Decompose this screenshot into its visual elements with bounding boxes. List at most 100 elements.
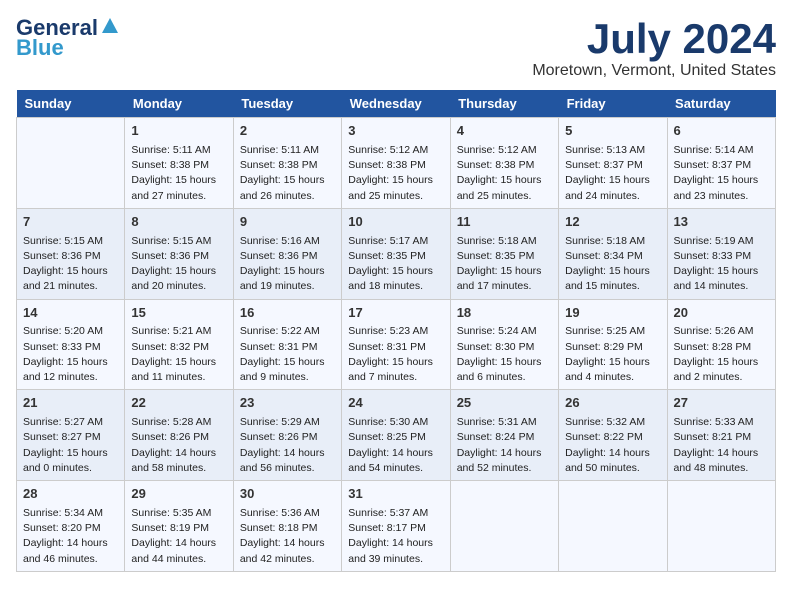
day-number: 20	[674, 304, 769, 323]
day-number: 27	[674, 394, 769, 413]
calendar-cell: 27 Sunrise: 5:33 AM Sunset: 8:21 PM Dayli…	[667, 390, 775, 481]
day-number: 14	[23, 304, 118, 323]
header: General Blue July 2024 Moretown, Vermont…	[16, 16, 776, 80]
calendar-cell: 26 Sunrise: 5:32 AM Sunset: 8:22 PM Dayli…	[559, 390, 667, 481]
cell-content: Sunrise: 5:24 AM Sunset: 8:30 PM Dayligh…	[457, 324, 552, 385]
cell-content: Sunrise: 5:33 AM Sunset: 8:21 PM Dayligh…	[674, 415, 769, 476]
calendar-cell: 31 Sunrise: 5:37 AM Sunset: 8:17 PM Dayli…	[342, 481, 450, 572]
day-number: 22	[131, 394, 226, 413]
day-number: 31	[348, 485, 443, 504]
day-number: 24	[348, 394, 443, 413]
cell-content: Sunrise: 5:18 AM Sunset: 8:34 PM Dayligh…	[565, 234, 660, 295]
logo-triangle-icon	[101, 17, 119, 35]
day-number: 12	[565, 213, 660, 232]
day-number: 2	[240, 122, 335, 141]
cell-content: Sunrise: 5:12 AM Sunset: 8:38 PM Dayligh…	[457, 143, 552, 204]
day-header-thursday: Thursday	[450, 90, 558, 118]
cell-content: Sunrise: 5:11 AM Sunset: 8:38 PM Dayligh…	[240, 143, 335, 204]
cell-content: Sunrise: 5:32 AM Sunset: 8:22 PM Dayligh…	[565, 415, 660, 476]
day-number: 5	[565, 122, 660, 141]
cell-content: Sunrise: 5:35 AM Sunset: 8:19 PM Dayligh…	[131, 506, 226, 567]
cell-content: Sunrise: 5:17 AM Sunset: 8:35 PM Dayligh…	[348, 234, 443, 295]
day-number: 13	[674, 213, 769, 232]
day-number: 17	[348, 304, 443, 323]
day-number: 8	[131, 213, 226, 232]
calendar-cell: 17Sunrise: 5:23 AM Sunset: 8:31 PM Dayli…	[342, 299, 450, 390]
calendar-cell: 29 Sunrise: 5:35 AM Sunset: 8:19 PM Dayli…	[125, 481, 233, 572]
title-area: July 2024 Moretown, Vermont, United Stat…	[532, 16, 776, 80]
calendar-cell: 21 Sunrise: 5:27 AM Sunset: 8:27 PM Dayli…	[17, 390, 125, 481]
calendar-subtitle: Moretown, Vermont, United States	[532, 62, 776, 80]
cell-content: Sunrise: 5:30 AM Sunset: 8:25 PM Dayligh…	[348, 415, 443, 476]
calendar-cell: 19Sunrise: 5:25 AM Sunset: 8:29 PM Dayli…	[559, 299, 667, 390]
day-number: 11	[457, 213, 552, 232]
day-number: 26	[565, 394, 660, 413]
day-number: 10	[348, 213, 443, 232]
calendar-body: 1 Sunrise: 5:11 AM Sunset: 8:38 PM Daylig…	[17, 118, 776, 572]
calendar-week-row: 7 Sunrise: 5:15 AM Sunset: 8:36 PM Daylig…	[17, 208, 776, 299]
day-number: 7	[23, 213, 118, 232]
calendar-cell: 11 Sunrise: 5:18 AM Sunset: 8:35 PM Dayli…	[450, 208, 558, 299]
cell-content: Sunrise: 5:27 AM Sunset: 8:27 PM Dayligh…	[23, 415, 118, 476]
calendar-cell: 16Sunrise: 5:22 AM Sunset: 8:31 PM Dayli…	[233, 299, 341, 390]
cell-content: Sunrise: 5:18 AM Sunset: 8:35 PM Dayligh…	[457, 234, 552, 295]
cell-content: Sunrise: 5:20 AM Sunset: 8:33 PM Dayligh…	[23, 324, 118, 385]
day-header-monday: Monday	[125, 90, 233, 118]
calendar-header-row: SundayMondayTuesdayWednesdayThursdayFrid…	[17, 90, 776, 118]
calendar-cell: 3 Sunrise: 5:12 AM Sunset: 8:38 PM Daylig…	[342, 118, 450, 209]
calendar-cell: 15Sunrise: 5:21 AM Sunset: 8:32 PM Dayli…	[125, 299, 233, 390]
calendar-cell	[450, 481, 558, 572]
calendar-cell: 10 Sunrise: 5:17 AM Sunset: 8:35 PM Dayli…	[342, 208, 450, 299]
cell-content: Sunrise: 5:19 AM Sunset: 8:33 PM Dayligh…	[674, 234, 769, 295]
cell-content: Sunrise: 5:37 AM Sunset: 8:17 PM Dayligh…	[348, 506, 443, 567]
cell-content: Sunrise: 5:26 AM Sunset: 8:28 PM Dayligh…	[674, 324, 769, 385]
cell-content: Sunrise: 5:12 AM Sunset: 8:38 PM Dayligh…	[348, 143, 443, 204]
calendar-cell: 12 Sunrise: 5:18 AM Sunset: 8:34 PM Dayli…	[559, 208, 667, 299]
calendar-cell: 14Sunrise: 5:20 AM Sunset: 8:33 PM Dayli…	[17, 299, 125, 390]
day-number: 21	[23, 394, 118, 413]
calendar-week-row: 28 Sunrise: 5:34 AM Sunset: 8:20 PM Dayli…	[17, 481, 776, 572]
day-number: 3	[348, 122, 443, 141]
calendar-week-row: 1 Sunrise: 5:11 AM Sunset: 8:38 PM Daylig…	[17, 118, 776, 209]
calendar-cell: 9 Sunrise: 5:16 AM Sunset: 8:36 PM Daylig…	[233, 208, 341, 299]
cell-content: Sunrise: 5:22 AM Sunset: 8:31 PM Dayligh…	[240, 324, 335, 385]
calendar-week-row: 14Sunrise: 5:20 AM Sunset: 8:33 PM Dayli…	[17, 299, 776, 390]
calendar-table: SundayMondayTuesdayWednesdayThursdayFrid…	[16, 90, 776, 572]
day-header-tuesday: Tuesday	[233, 90, 341, 118]
calendar-cell: 4 Sunrise: 5:12 AM Sunset: 8:38 PM Daylig…	[450, 118, 558, 209]
calendar-cell: 24 Sunrise: 5:30 AM Sunset: 8:25 PM Dayli…	[342, 390, 450, 481]
calendar-cell: 6Sunrise: 5:14 AM Sunset: 8:37 PM Daylig…	[667, 118, 775, 209]
day-number: 9	[240, 213, 335, 232]
day-header-wednesday: Wednesday	[342, 90, 450, 118]
day-number: 28	[23, 485, 118, 504]
calendar-cell: 18Sunrise: 5:24 AM Sunset: 8:30 PM Dayli…	[450, 299, 558, 390]
day-number: 25	[457, 394, 552, 413]
cell-content: Sunrise: 5:16 AM Sunset: 8:36 PM Dayligh…	[240, 234, 335, 295]
day-number: 29	[131, 485, 226, 504]
day-header-saturday: Saturday	[667, 90, 775, 118]
cell-content: Sunrise: 5:15 AM Sunset: 8:36 PM Dayligh…	[131, 234, 226, 295]
cell-content: Sunrise: 5:13 AM Sunset: 8:37 PM Dayligh…	[565, 143, 660, 204]
calendar-cell: 20Sunrise: 5:26 AM Sunset: 8:28 PM Dayli…	[667, 299, 775, 390]
cell-content: Sunrise: 5:15 AM Sunset: 8:36 PM Dayligh…	[23, 234, 118, 295]
cell-content: Sunrise: 5:34 AM Sunset: 8:20 PM Dayligh…	[23, 506, 118, 567]
cell-content: Sunrise: 5:28 AM Sunset: 8:26 PM Dayligh…	[131, 415, 226, 476]
calendar-cell: 8 Sunrise: 5:15 AM Sunset: 8:36 PM Daylig…	[125, 208, 233, 299]
logo: General Blue	[16, 16, 119, 60]
day-number: 18	[457, 304, 552, 323]
calendar-cell	[17, 118, 125, 209]
calendar-title: July 2024	[532, 16, 776, 62]
day-number: 15	[131, 304, 226, 323]
calendar-cell: 13 Sunrise: 5:19 AM Sunset: 8:33 PM Dayli…	[667, 208, 775, 299]
day-number: 1	[131, 122, 226, 141]
cell-content: Sunrise: 5:11 AM Sunset: 8:38 PM Dayligh…	[131, 143, 226, 204]
day-header-sunday: Sunday	[17, 90, 125, 118]
calendar-cell: 30Sunrise: 5:36 AM Sunset: 8:18 PM Dayli…	[233, 481, 341, 572]
cell-content: Sunrise: 5:36 AM Sunset: 8:18 PM Dayligh…	[240, 506, 335, 567]
day-number: 4	[457, 122, 552, 141]
cell-content: Sunrise: 5:29 AM Sunset: 8:26 PM Dayligh…	[240, 415, 335, 476]
calendar-cell: 1 Sunrise: 5:11 AM Sunset: 8:38 PM Daylig…	[125, 118, 233, 209]
day-number: 23	[240, 394, 335, 413]
calendar-cell: 22 Sunrise: 5:28 AM Sunset: 8:26 PM Dayli…	[125, 390, 233, 481]
calendar-cell	[559, 481, 667, 572]
